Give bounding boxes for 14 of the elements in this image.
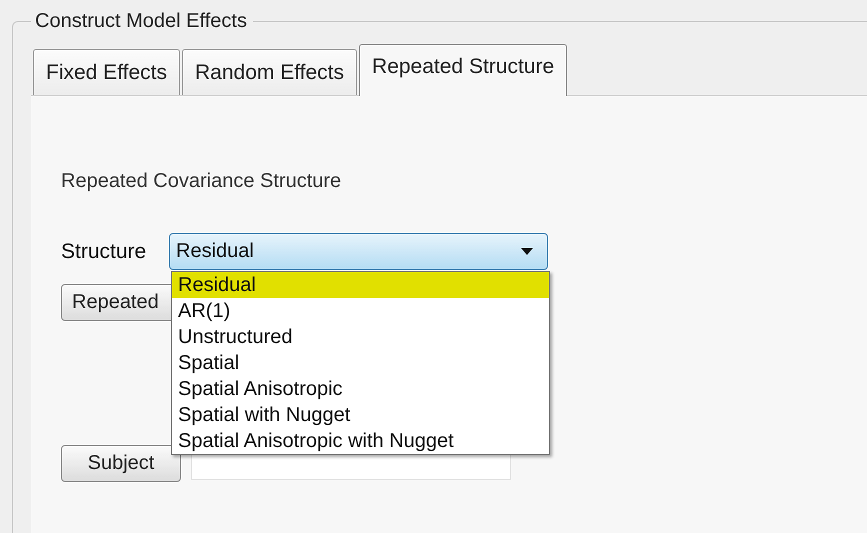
structure-dropdown[interactable]: Residual	[169, 233, 548, 270]
subject-button[interactable]: Subject	[61, 445, 181, 482]
dropdown-option[interactable]: Unstructured	[172, 324, 549, 350]
structure-label: Structure	[61, 240, 148, 264]
dropdown-option[interactable]: Spatial	[172, 350, 549, 376]
tab[interactable]: Random Effects	[182, 49, 358, 95]
group-title: Construct Model Effects	[34, 10, 248, 33]
dropdown-option[interactable]: Spatial with Nugget	[172, 402, 549, 428]
section-title: Repeated Covariance Structure	[61, 170, 342, 193]
dropdown-option[interactable]: Residual	[172, 272, 549, 298]
tab[interactable]: Fixed Effects	[33, 49, 180, 95]
dropdown-option[interactable]: Spatial Anisotropic	[172, 376, 549, 402]
caret-icon	[521, 248, 533, 255]
tab[interactable]: Repeated Structure	[359, 44, 568, 96]
